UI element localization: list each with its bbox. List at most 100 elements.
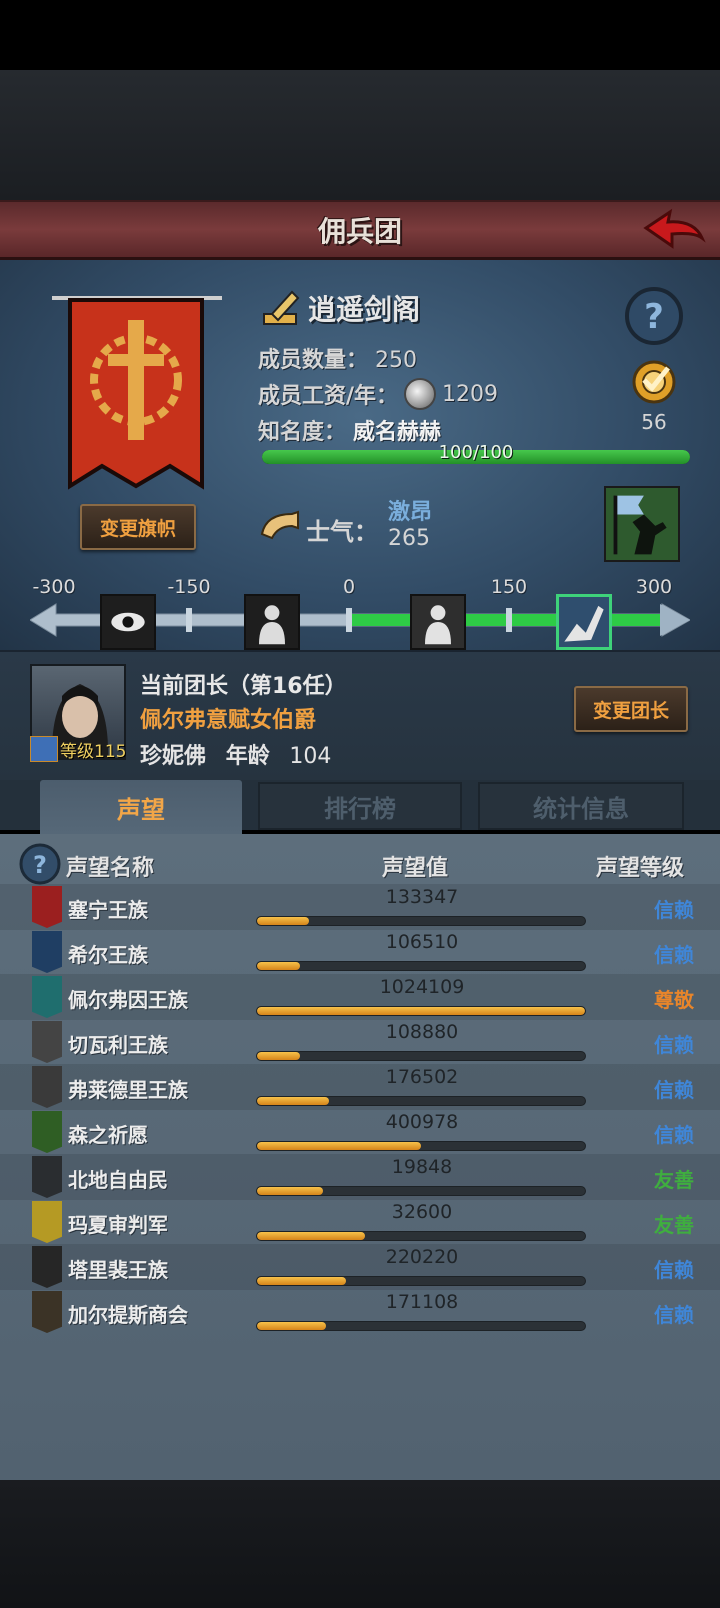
reputation-progress-bar xyxy=(256,1006,586,1016)
tab-ranking[interactable]: 排行榜 xyxy=(258,782,462,830)
faction-name: 玛夏审判军 xyxy=(68,1213,168,1237)
reputation-progress-fill xyxy=(257,1142,421,1150)
sword-icon xyxy=(30,736,58,762)
change-leader-button[interactable]: 变更团长 xyxy=(574,686,688,732)
reputation-progress-fill xyxy=(257,1097,330,1105)
leader-rank: 佩尔弗意赋女伯爵 xyxy=(140,708,317,733)
silver-coin-icon xyxy=(404,378,437,410)
table-row[interactable]: 森之祈愿 400978 信赖 xyxy=(0,1109,720,1155)
morale-despair-icon[interactable] xyxy=(100,594,156,650)
charge-flag-icon[interactable] xyxy=(604,486,680,562)
faction-emblem-icon xyxy=(32,1201,62,1243)
faction-name: 切瓦利王族 xyxy=(68,1033,168,1057)
faction-emblem-icon xyxy=(32,1156,62,1198)
faction-emblem-icon xyxy=(32,886,62,928)
table-row[interactable]: 玛夏审判军 32600 友善 xyxy=(0,1199,720,1245)
morale-state: 激昂 xyxy=(388,500,433,525)
reputation-progress-fill xyxy=(257,1052,300,1060)
reputation-level: 友善 xyxy=(654,1168,694,1192)
table-row[interactable]: 切瓦利王族 108880 信赖 xyxy=(0,1019,720,1065)
reputation-progress-bar xyxy=(256,961,586,971)
table-row[interactable]: 佩尔弗因王族 1024109 尊敬 xyxy=(0,974,720,1020)
table-row[interactable]: 塞宁王族 133347 信赖 xyxy=(0,884,720,930)
reputation-value: 108880 xyxy=(385,1021,459,1043)
faction-name: 北地自由民 xyxy=(68,1168,168,1192)
guild-name-row: 逍遥剑阁 xyxy=(262,288,420,328)
reputation-level: 尊敬 xyxy=(654,988,694,1012)
faction-name: 塔里裴王族 xyxy=(68,1258,168,1282)
column-header-name: 声望名称 xyxy=(66,856,155,881)
faction-emblem-icon xyxy=(32,1066,62,1108)
reputation-progress-fill xyxy=(257,917,310,925)
morale-low-icon[interactable] xyxy=(244,594,300,650)
tick-label: -150 xyxy=(167,576,211,598)
back-arrow-icon[interactable] xyxy=(642,208,706,254)
reputation-value: 176502 xyxy=(385,1066,459,1088)
faction-name: 佩尔弗因王族 xyxy=(68,988,188,1012)
tick-label: 150 xyxy=(490,576,528,598)
target-check-icon[interactable] xyxy=(622,356,686,406)
leader-name-row: 珍妮佛 年龄 104 xyxy=(140,738,343,770)
wage-stat: 成员工资/年： 1209 xyxy=(258,378,498,410)
wage-value: 1209 xyxy=(442,381,499,407)
faction-emblem-icon xyxy=(32,931,62,973)
reputation-progress-bar xyxy=(256,1231,586,1241)
reputation-level: 信赖 xyxy=(654,1258,694,1282)
reputation-value: 220220 xyxy=(385,1246,459,1268)
morale-scale: -300 -150 0 150 300 xyxy=(30,576,690,650)
reputation-level: 信赖 xyxy=(654,1303,694,1327)
faction-emblem-icon xyxy=(32,976,62,1018)
svg-text:?: ? xyxy=(644,297,664,337)
leader-level-badge: 等级115 xyxy=(30,736,130,762)
tick-label: 300 xyxy=(635,576,673,598)
help-icon[interactable]: ? xyxy=(624,286,684,346)
table-row[interactable]: 塔里裴王族 220220 信赖 xyxy=(0,1244,720,1290)
change-flag-button[interactable]: 变更旗帜 xyxy=(80,504,196,550)
guild-banner-icon xyxy=(52,296,222,490)
faction-name: 希尔王族 xyxy=(68,943,148,967)
table-row[interactable]: 希尔王族 106510 信赖 xyxy=(0,929,720,975)
reputation-progress-bar xyxy=(256,916,586,926)
reputation-progress-bar xyxy=(256,1096,586,1106)
column-header-value: 声望值 xyxy=(382,856,449,881)
reputation-value: 32600 xyxy=(391,1201,453,1223)
leader-panel: 等级115 当前团长（第16任） 佩尔弗意赋女伯爵 珍妮佛 年龄 104 变更团… xyxy=(0,650,720,780)
faction-emblem-icon xyxy=(32,1111,62,1153)
morale-high-icon[interactable] xyxy=(556,594,612,650)
reputation-value: 106510 xyxy=(385,931,459,953)
svg-text:?: ? xyxy=(33,851,47,879)
fame-progress-text: 100/100 xyxy=(438,442,514,463)
reputation-level: 友善 xyxy=(654,1213,694,1237)
member-count-stat: 成员数量： 250 xyxy=(258,348,418,373)
table-row[interactable]: 弗莱德里王族 176502 信赖 xyxy=(0,1064,720,1110)
reputation-progress-fill xyxy=(257,1322,326,1330)
faction-emblem-icon xyxy=(32,1246,62,1288)
reputation-progress-fill xyxy=(257,1277,346,1285)
column-header-level: 声望等级 xyxy=(596,856,685,881)
morale-calm-icon[interactable] xyxy=(410,594,466,650)
leader-level: 等级115 xyxy=(60,741,127,762)
title-bar: 佣兵团 xyxy=(0,200,720,260)
edit-icon[interactable] xyxy=(262,288,302,328)
reputation-level: 信赖 xyxy=(654,1078,694,1102)
help-icon[interactable]: ? xyxy=(18,842,62,886)
reputation-progress-bar xyxy=(256,1186,586,1196)
page-title: 佣兵团 xyxy=(317,214,402,248)
reputation-value: 19848 xyxy=(391,1156,453,1178)
tab-statistics[interactable]: 统计信息 xyxy=(478,782,684,830)
leader-title: 当前团长（第16任） xyxy=(140,674,347,699)
guild-info-panel: 变更旗帜 逍遥剑阁 ? 成员数量： 250 成员工资/年： 1209 知名度： … xyxy=(0,260,720,650)
reputation-level: 信赖 xyxy=(654,1033,694,1057)
table-row[interactable]: 加尔提斯商会 171108 信赖 xyxy=(0,1289,720,1335)
reputation-progress-fill xyxy=(257,1187,323,1195)
leader-name: 珍妮佛 xyxy=(140,744,207,769)
leader-age: 104 xyxy=(289,744,332,769)
tick-label: 0 xyxy=(342,576,356,598)
tab-reputation[interactable]: 声望 xyxy=(40,780,242,834)
target-count: 56 xyxy=(641,410,667,434)
faction-name: 弗莱德里王族 xyxy=(68,1078,188,1102)
reputation-value: 400978 xyxy=(385,1111,459,1133)
reputation-value: 1024109 xyxy=(379,976,465,998)
table-row[interactable]: 北地自由民 19848 友善 xyxy=(0,1154,720,1200)
faction-emblem-icon xyxy=(32,1291,62,1333)
